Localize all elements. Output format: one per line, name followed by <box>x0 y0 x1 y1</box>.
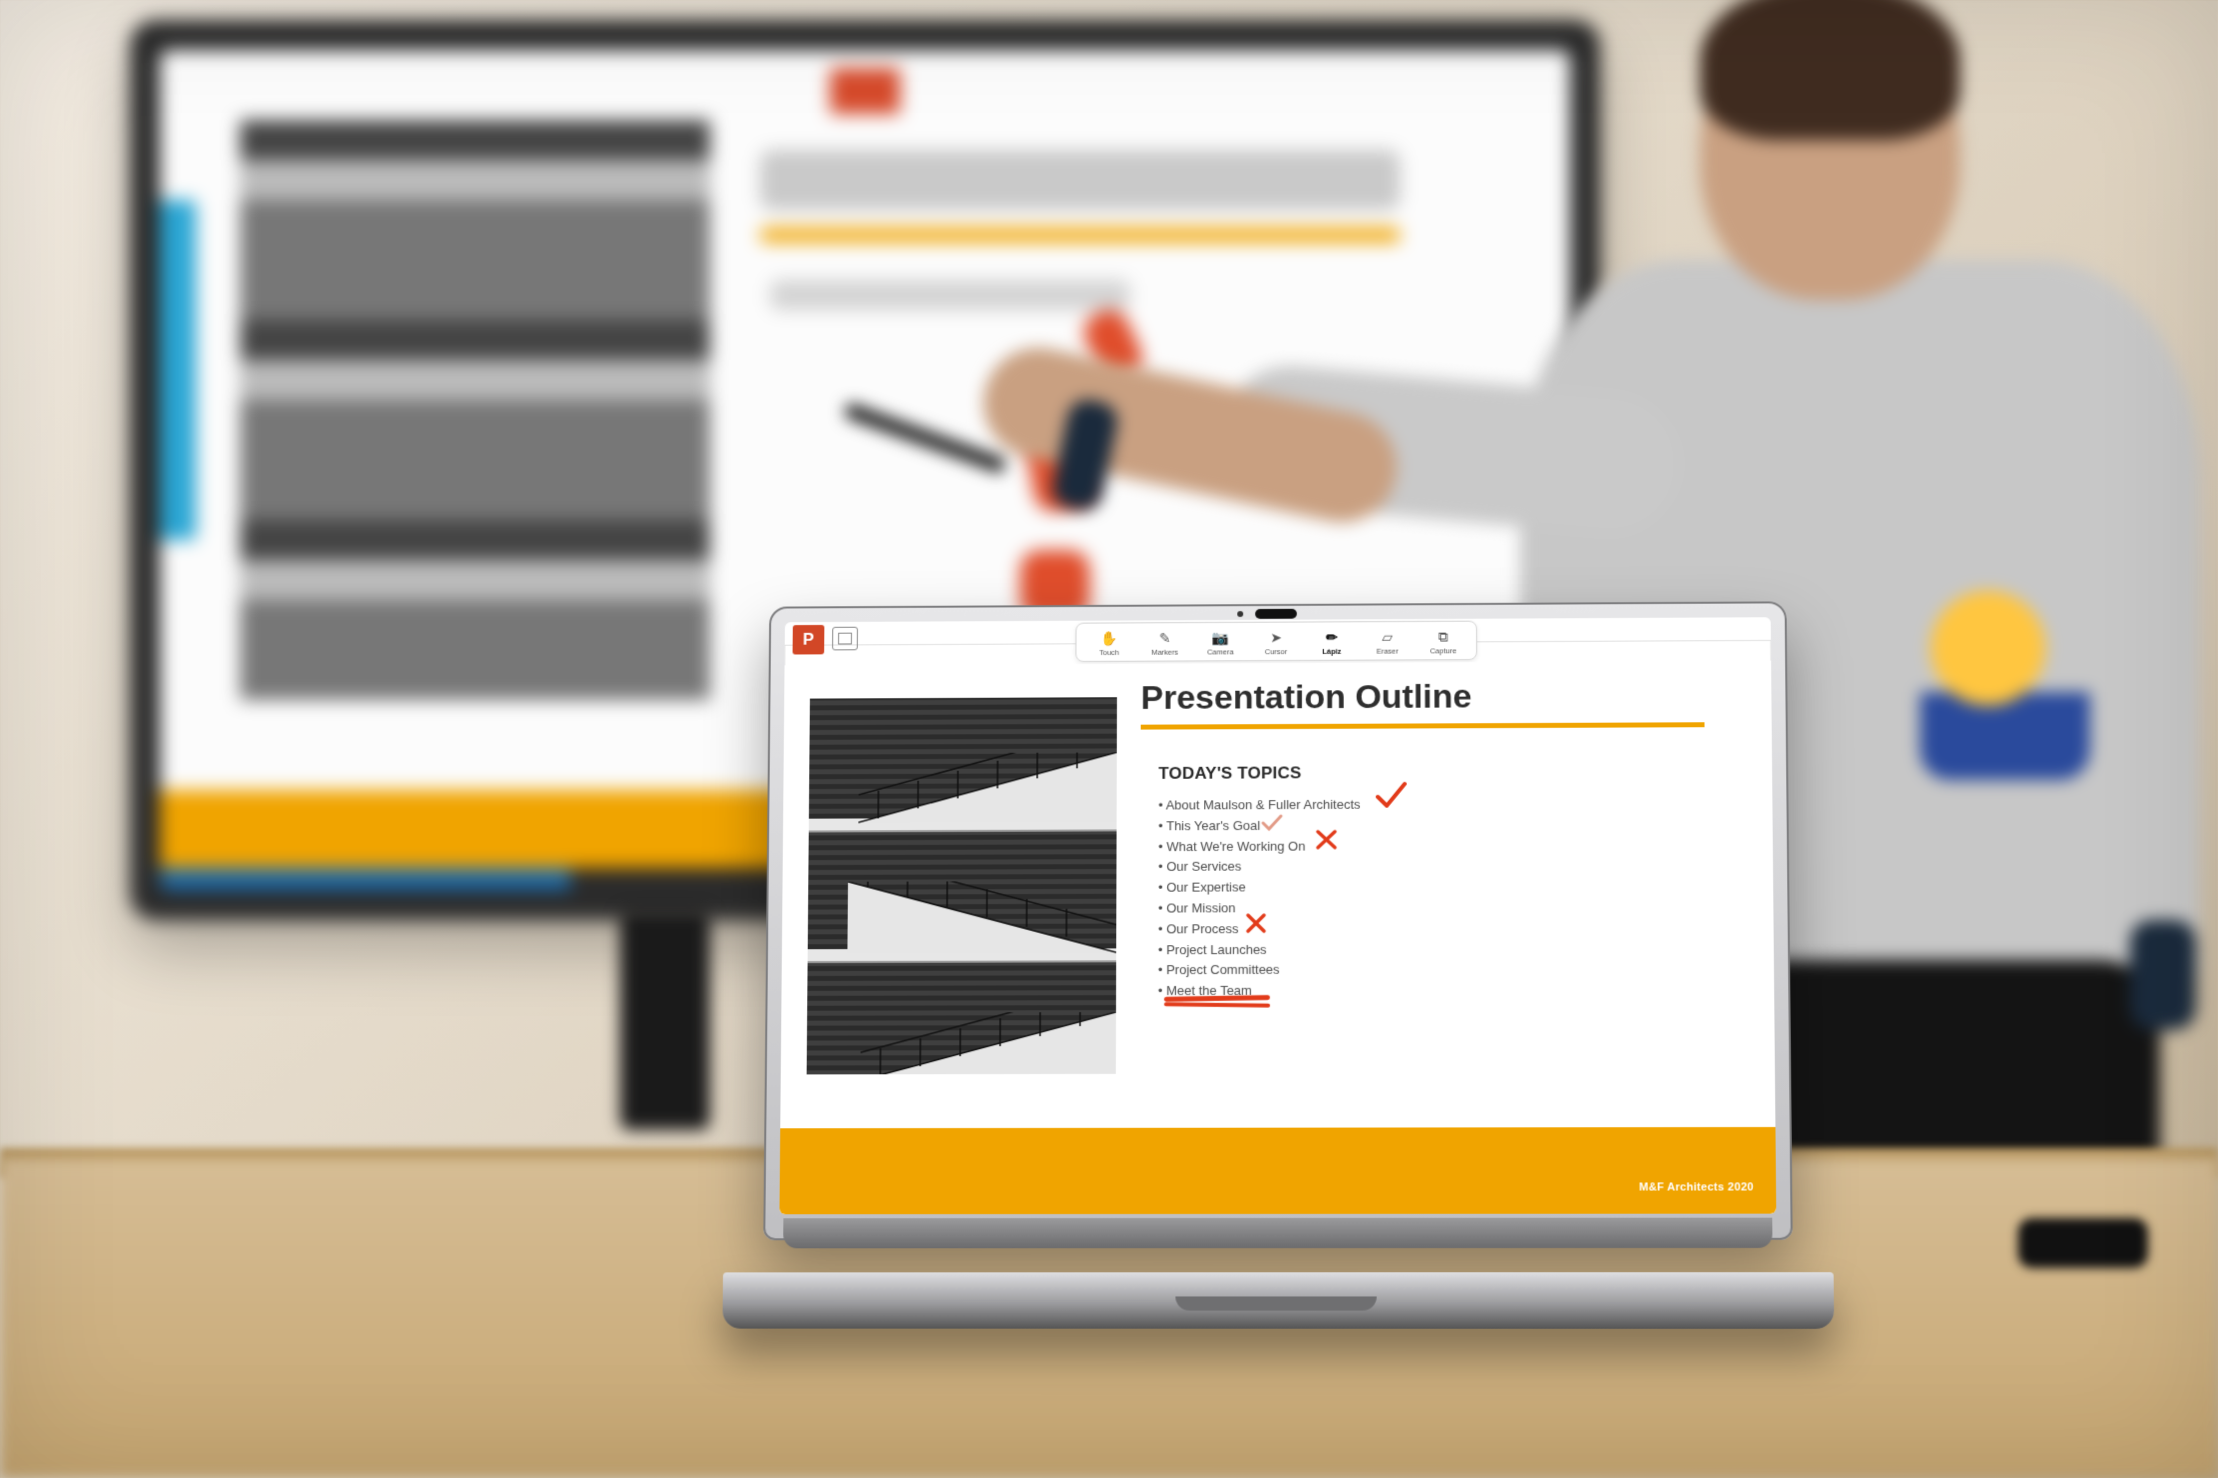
remote-control <box>2018 1218 2148 1268</box>
pen-x-mark <box>1245 912 1267 934</box>
tool-label: Lápiz <box>1305 646 1359 655</box>
pen-checkmark-small <box>1260 813 1284 833</box>
topic-item: Project Committees <box>1158 960 1361 981</box>
tool-camera[interactable]: 📷 Camera <box>1194 627 1248 656</box>
tool-eraser[interactable]: ▱ Eraser <box>1361 626 1415 655</box>
topic-item: Our Expertise <box>1158 877 1360 898</box>
staircase-icon <box>860 1012 1116 1074</box>
tool-pen[interactable]: ✏ Lápiz <box>1305 627 1359 656</box>
tool-label: Touch <box>1082 647 1136 656</box>
pen-x-mark <box>1315 829 1339 851</box>
laptop-screen: P ✋ Touch ✎ Markers 📷 Camera <box>779 617 1776 1214</box>
tool-label: Eraser <box>1361 646 1415 655</box>
tool-label: Capture <box>1416 646 1470 655</box>
eraser-icon: ▱ <box>1361 628 1415 646</box>
laptop-hinge <box>784 1218 1772 1249</box>
tool-label: Markers <box>1138 647 1192 656</box>
wall-display-stand <box>620 910 710 1130</box>
camera-icon: 📷 <box>1194 629 1248 647</box>
capture-icon: ⧉ <box>1416 628 1470 646</box>
slide-subhead: TODAY'S TOPICS <box>1158 763 1301 783</box>
laptop: P ✋ Touch ✎ Markers 📷 Camera <box>764 600 1788 1290</box>
pen-icon: ✏ <box>1305 629 1359 647</box>
marker-icon: ✎ <box>1138 629 1192 647</box>
powerpoint-logo-icon: P <box>793 625 825 655</box>
webcam-cover <box>1255 609 1297 619</box>
tool-label: Camera <box>1194 647 1248 656</box>
laptop-base <box>722 1272 1834 1329</box>
slide-title-underline <box>1141 722 1705 729</box>
slide-footer-bar: M&F Architects 2020 <box>779 1127 1776 1214</box>
topic-item: Our Services <box>1158 857 1360 878</box>
cursor-icon: ➤ <box>1249 629 1303 647</box>
slide-title: Presentation Outline <box>1141 678 1472 718</box>
presenter-toolbar: P ✋ Touch ✎ Markers 📷 Camera <box>785 617 1772 665</box>
tool-touch[interactable]: ✋ Touch <box>1082 628 1136 657</box>
slide-canvas[interactable]: Presentation Outline TODAY'S TOPICS Abou… <box>779 661 1776 1215</box>
annotation-toolbox: ✋ Touch ✎ Markers 📷 Camera ➤ <box>1075 621 1477 662</box>
tool-label: Cursor <box>1249 647 1303 656</box>
pen-underline <box>1164 995 1270 1002</box>
staircase-icon <box>847 881 1116 963</box>
topic-item: Project Launches <box>1158 939 1361 960</box>
tool-markers[interactable]: ✎ Markers <box>1138 628 1192 657</box>
exit-slideshow-button[interactable] <box>832 627 858 651</box>
staircase-icon <box>858 752 1117 832</box>
tool-cursor[interactable]: ➤ Cursor <box>1249 627 1303 656</box>
hand-icon: ✋ <box>1082 630 1136 648</box>
slide-footer-text: M&F Architects 2020 <box>1639 1181 1754 1193</box>
topic-item: Meet the Team <box>1158 981 1361 1002</box>
tool-capture[interactable]: ⧉ Capture <box>1416 626 1470 655</box>
slide-image-stairwell <box>807 697 1117 1074</box>
pen-checkmark <box>1374 779 1410 813</box>
